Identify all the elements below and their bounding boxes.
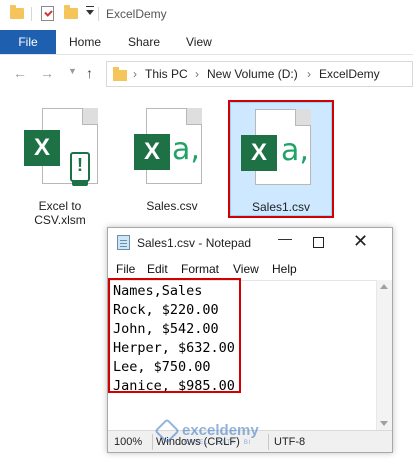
divider: [152, 434, 153, 450]
exclamation-icon: !: [77, 155, 83, 175]
divider: [98, 7, 99, 21]
menu-help[interactable]: Help: [272, 262, 297, 276]
divider: [268, 434, 269, 450]
folder-icon: [10, 5, 24, 19]
excel-x-icon: X: [134, 134, 170, 170]
breadcrumb-new-volume[interactable]: New Volume (D:): [207, 67, 298, 81]
line-ending: Windows (CRLF): [156, 436, 240, 448]
minimize-icon[interactable]: —: [278, 230, 292, 246]
scroll-up-icon[interactable]: [380, 284, 388, 289]
page-fold: [82, 108, 98, 125]
close-icon[interactable]: ✕: [353, 231, 368, 252]
file-name-label: Excel to: [38, 199, 82, 213]
zoom-level: 100%: [114, 436, 143, 448]
back-arrow-icon[interactable]: ←: [13, 65, 27, 81]
file-name-label: CSV.xlsm: [34, 213, 86, 227]
recent-locations-chevron-icon[interactable]: ▼: [68, 66, 77, 76]
ribbon-tabs: File Home Share View: [0, 30, 413, 55]
file-name-label: Sales.csv: [146, 199, 198, 213]
forward-arrow-icon[interactable]: →: [40, 65, 54, 81]
breadcrumb-this-pc[interactable]: This PC: [145, 67, 188, 81]
notepad-icon: [117, 235, 130, 250]
csv-a-glyph-icon: a,: [172, 132, 200, 167]
notepad-title: Sales1.csv - Notepad: [137, 236, 252, 250]
new-folder-icon[interactable]: [64, 5, 78, 19]
navigation-bar: ← → ▼ ↑ › This PC › New Volume (D:) › Ex…: [0, 55, 413, 93]
notepad-menu-bar: File Edit Format View Help: [108, 260, 392, 280]
notepad-status-bar: 100% Windows (CRLF) UTF-8: [108, 430, 392, 452]
vertical-scrollbar[interactable]: [376, 280, 392, 430]
menu-format[interactable]: Format: [181, 262, 219, 276]
tab-share[interactable]: Share: [128, 30, 160, 54]
file-item-excel-to-csv[interactable]: X ! Excel to CSV.xlsm: [10, 100, 110, 227]
explorer-title-bar: ExcelDemy: [0, 0, 413, 30]
folder-icon: [113, 67, 127, 81]
customize-quick-access-icon[interactable]: [86, 6, 94, 15]
divider: [31, 7, 32, 21]
encoding: UTF-8: [274, 436, 306, 448]
tab-view[interactable]: View: [186, 30, 212, 54]
breadcrumb-chevron-icon[interactable]: ›: [307, 67, 311, 81]
menu-view[interactable]: View: [233, 262, 259, 276]
up-arrow-icon[interactable]: ↑: [86, 65, 93, 81]
properties-icon[interactable]: [41, 6, 54, 21]
menu-file[interactable]: File: [116, 262, 135, 276]
breadcrumb-exceldemy[interactable]: ExcelDemy: [319, 67, 380, 81]
excel-x-icon: X: [24, 130, 60, 166]
menu-edit[interactable]: Edit: [147, 262, 168, 276]
tab-file[interactable]: File: [0, 30, 56, 54]
address-bar[interactable]: › This PC › New Volume (D:) › ExcelDemy: [106, 61, 413, 87]
scroll-down-icon[interactable]: [380, 421, 388, 426]
tab-home[interactable]: Home: [69, 30, 101, 54]
highlight-box-selected-file: [228, 100, 334, 218]
page-fold: [186, 108, 202, 125]
file-item-sales-csv[interactable]: X a, Sales.csv: [122, 100, 222, 218]
macro-scroll-icon: !: [70, 152, 90, 182]
breadcrumb-chevron-icon[interactable]: ›: [133, 67, 137, 81]
breadcrumb-chevron-icon[interactable]: ›: [195, 67, 199, 81]
maximize-icon[interactable]: [313, 237, 324, 248]
window-title: ExcelDemy: [106, 7, 167, 21]
notepad-title-bar[interactable]: Sales1.csv - Notepad — ✕: [108, 228, 392, 258]
highlight-box-csv-content: [108, 278, 241, 393]
